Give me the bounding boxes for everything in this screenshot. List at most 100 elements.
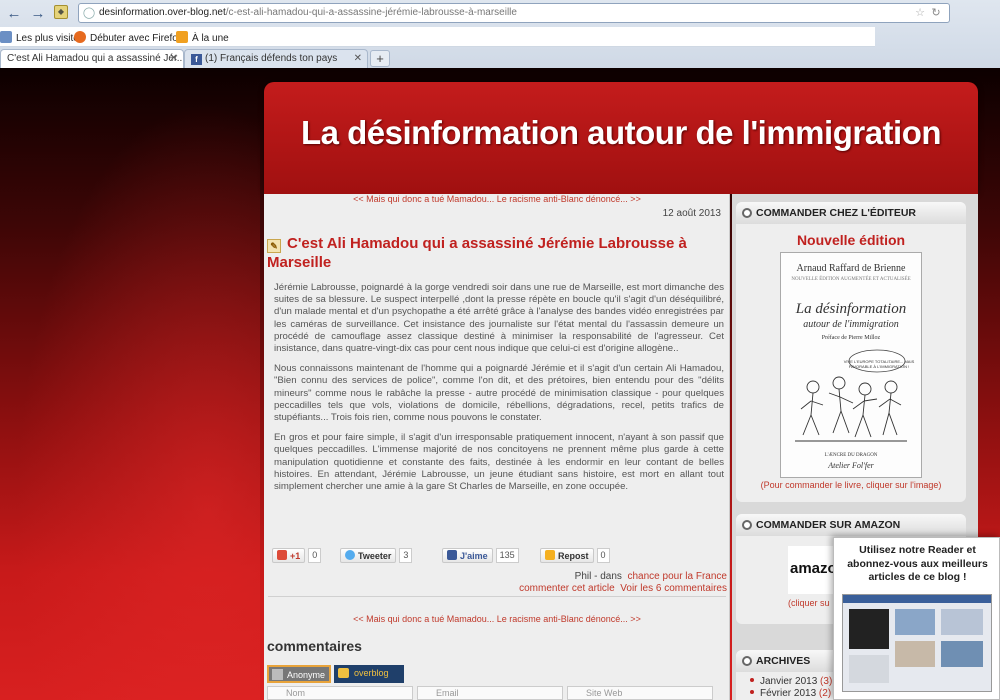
rss-feed-icon <box>176 31 188 43</box>
book-cover-image[interactable]: Arnaud Raffard de Brienne NOUVELLE ÉDITI… <box>780 252 922 478</box>
site-favicon-icon: ◆ <box>54 5 68 19</box>
post-meta: Phil - dans chance pour la France commen… <box>519 571 727 595</box>
post-body: Jérémie Labrousse, poignardé à la gorge … <box>274 282 724 501</box>
tweet-share[interactable]: Tweeter 3 <box>340 548 413 564</box>
close-icon[interactable]: ✕ <box>354 53 362 64</box>
like-count: 135 <box>495 548 519 563</box>
order-editor-widget: COMMANDER CHEZ L'ÉDITEUR Nouvelle éditio… <box>736 202 966 502</box>
tab-label: (1) Français défends ton pays <box>205 53 338 64</box>
widget-heading: COMMANDER CHEZ L'ÉDITEUR <box>736 202 966 224</box>
new-tab-button[interactable]: + <box>370 50 390 67</box>
archive-item[interactable]: Janvier 2013 (3) <box>750 676 832 687</box>
overblog-logo-icon <box>338 668 349 678</box>
repost-count: 0 <box>596 548 610 563</box>
bookmark-getting-started[interactable]: Débuter avec Firefox <box>74 31 183 44</box>
gplus-share[interactable]: +1 0 <box>272 548 322 564</box>
book-publisher: Atelier Fol'fer <box>828 461 874 470</box>
address-bar[interactable]: ◯ desinformation.over-blog.net/c-est-ali… <box>78 3 950 23</box>
firefox-icon <box>74 31 86 43</box>
reader-promo-text: Utilisez notre Reader et abonnez-vous au… <box>847 544 988 583</box>
bookmark-most-visited[interactable]: Les plus visités <box>0 31 84 44</box>
archive-item[interactable]: Février 2013 (2) <box>750 688 831 699</box>
book-preface: Préface de Pierre Milloz <box>821 335 881 341</box>
new-edition-label: Nouvelle édition <box>796 232 906 248</box>
bullet-icon <box>750 690 754 694</box>
prev-next-nav-top[interactable]: << Mais qui donc a tué Mamadou... Le rac… <box>264 194 730 204</box>
post-date: 12 août 2013 <box>662 208 721 219</box>
widget-bullet-icon <box>742 520 752 530</box>
facebook-icon <box>447 550 457 560</box>
bullet-icon <box>750 678 754 682</box>
preview-header <box>843 595 991 603</box>
preview-thumb <box>895 641 935 667</box>
facebook-like-share[interactable]: J'aime 135 <box>442 548 519 564</box>
divider <box>268 596 726 597</box>
tab-label: C'est Ali Hamadou qui a assassiné Jér... <box>7 53 184 64</box>
blog-title: La désinformation autour de l'immigratio… <box>300 114 942 151</box>
bookmark-news[interactable]: À la une <box>176 31 229 44</box>
post-title[interactable]: ✎ C'est Ali Hamadou qui a assassiné Jérém… <box>267 234 727 272</box>
view-comments-link[interactable]: Voir les 6 commentaires <box>620 583 727 594</box>
repost-icon <box>545 550 555 560</box>
tab-anonymous[interactable]: Anonyme <box>267 665 331 683</box>
back-arrow-icon[interactable]: ← <box>4 4 24 24</box>
tab-facebook[interactable]: f (1) Français défends ton pays ✕ <box>184 49 368 68</box>
close-icon[interactable]: ✕ <box>170 53 178 64</box>
repost-button[interactable]: Repost <box>540 548 594 563</box>
book-speech-bubble: VIVE L'EUROPE TOTALITAIRE... MAIS FAVORA… <box>843 359 915 369</box>
email-field[interactable]: Email <box>417 686 563 700</box>
website-field[interactable]: Site Web <box>567 686 713 700</box>
facebook-like-button[interactable]: J'aime <box>442 548 493 563</box>
post-paragraph: Jérémie Labrousse, poignardé à la gorge … <box>274 282 724 355</box>
preview-thumb <box>895 609 935 635</box>
pencil-icon: ✎ <box>267 239 281 253</box>
book-author: Arnaud Raffard de Brienne <box>796 263 906 274</box>
navigation-bar: ← → ◆ ◯ desinformation.over-blog.net/c-e… <box>0 0 1000 27</box>
preview-thumb <box>941 641 983 667</box>
tab-strip: C'est Ali Hamadou qui a assassiné Jér...… <box>0 48 1000 68</box>
blog-banner[interactable]: La désinformation autour de l'immigratio… <box>264 82 978 194</box>
comment-link[interactable]: commenter cet article <box>519 583 615 594</box>
preview-thumb <box>849 609 889 649</box>
bookmark-star-icon[interactable]: ☆ <box>913 6 927 20</box>
twitter-bird-icon <box>345 550 355 560</box>
comments-heading: commentaires <box>267 638 362 654</box>
page-info-icon[interactable]: ◯ <box>82 6 96 20</box>
facebook-icon: f <box>191 54 202 65</box>
reader-popup[interactable]: Utilisez notre Reader et abonnez-vous au… <box>833 537 1000 700</box>
tab-overblog[interactable]: overblog <box>334 665 404 683</box>
tweet-button[interactable]: Tweeter <box>340 548 397 563</box>
preview-thumb <box>849 655 889 683</box>
bookmarks-toolbar: Les plus visités Débuter avec Firefox À … <box>0 27 875 47</box>
url-text: desinformation.over-blog.net/c-est-ali-h… <box>99 7 517 18</box>
book-publisher-top: L'ÆNCRE DU DRAGON <box>824 453 878 458</box>
reload-icon[interactable]: ↻ <box>929 6 943 20</box>
category-link[interactable]: chance pour la France <box>627 571 727 582</box>
post-author: Phil - dans <box>574 571 622 582</box>
post-paragraph: En gros et pour faire simple, il s'agit … <box>274 432 724 493</box>
tab-article[interactable]: C'est Ali Hamadou qui a assassiné Jér...… <box>0 49 184 68</box>
background-glow <box>0 68 260 700</box>
book-title: La désinformation <box>795 301 907 317</box>
widget-bullet-icon <box>742 208 752 218</box>
browser-chrome: ← → ◆ ◯ desinformation.over-blog.net/c-e… <box>0 0 1000 68</box>
book-subtitle: autour de l'immigration <box>803 319 899 330</box>
widget-heading: COMMANDER SUR AMAZON <box>736 514 966 536</box>
reader-preview-image[interactable] <box>842 594 992 692</box>
tweet-count: 3 <box>399 548 413 563</box>
name-field[interactable]: Nom <box>267 686 413 700</box>
comment-form-row: Nom Email Site Web <box>267 686 717 700</box>
forward-arrow-icon[interactable]: → <box>28 4 48 24</box>
book-edition: NOUVELLE ÉDITION AUGMENTÉE ET ACTUALISÉE <box>791 277 911 282</box>
gplus-count: 0 <box>308 548 322 563</box>
avatar-icon <box>272 669 283 680</box>
amazon-logo: amazo <box>790 560 837 577</box>
gplus-button[interactable]: +1 <box>272 548 306 563</box>
bookmark-folder-icon <box>0 31 12 43</box>
amazon-note[interactable]: (cliquer su <box>788 598 830 608</box>
order-book-note[interactable]: (Pour commander le livre, cliquer sur l'… <box>736 480 966 490</box>
post-paragraph: Nous connaissons maintenant de l'homme q… <box>274 363 724 424</box>
repost-share[interactable]: Repost 0 <box>540 548 610 564</box>
prev-next-nav-bottom[interactable]: << Mais qui donc a tué Mamadou... Le rac… <box>264 614 730 624</box>
gplus-icon <box>277 550 287 560</box>
